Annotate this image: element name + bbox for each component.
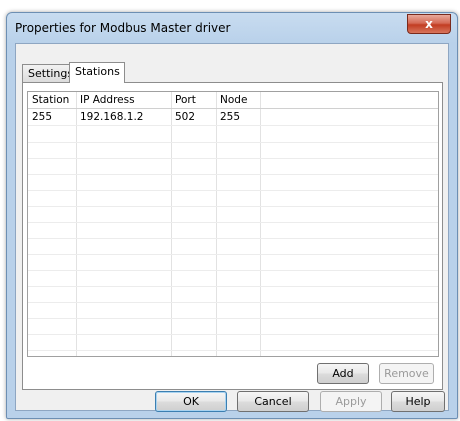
column-header-station[interactable]: Station: [28, 92, 69, 108]
help-button[interactable]: Help: [391, 391, 445, 412]
table-row-empty: [28, 238, 438, 255]
add-button[interactable]: Add: [317, 363, 369, 384]
table-row-empty: [28, 318, 438, 335]
cell-port: 502: [175, 111, 196, 123]
stations-tab-panel: Station IP Address Port Node 255 192.168…: [22, 82, 443, 390]
close-icon: x: [425, 17, 433, 31]
table-row-empty: [28, 190, 438, 207]
apply-button[interactable]: Apply: [320, 391, 382, 412]
title-bar[interactable]: Properties for Modbus Master driver x: [7, 13, 457, 43]
table-row-empty: [28, 206, 438, 223]
table-row-empty: [28, 334, 438, 351]
table-row-empty: [28, 142, 438, 159]
tab-stations[interactable]: Stations: [69, 62, 125, 83]
table-row-empty: [28, 270, 438, 287]
table-row-empty: [28, 222, 438, 239]
cell-ip-address: 192.168.1.2: [80, 111, 144, 123]
cell-station: 255: [32, 111, 53, 123]
table-row-empty: [28, 126, 438, 143]
table-row-empty: [28, 254, 438, 271]
column-header-ip-address[interactable]: IP Address: [76, 92, 135, 108]
dialog-client-area: Settings Stations Station IP Address Por…: [15, 43, 449, 412]
table-row-empty: [28, 286, 438, 303]
table-row-empty: [28, 302, 438, 319]
table-header: Station IP Address Port Node: [28, 92, 438, 109]
column-header-port[interactable]: Port: [171, 92, 196, 108]
window-title: Properties for Modbus Master driver: [15, 21, 231, 35]
remove-button[interactable]: Remove: [379, 363, 434, 384]
table-row-empty: [28, 158, 438, 175]
ok-button[interactable]: OK: [155, 391, 227, 412]
table-row[interactable]: 255 192.168.1.2 502 255: [28, 109, 438, 126]
stations-table[interactable]: Station IP Address Port Node 255 192.168…: [27, 91, 439, 357]
cell-node: 255: [220, 111, 241, 123]
dialog-window: Properties for Modbus Master driver x Se…: [6, 12, 458, 419]
tab-settings[interactable]: Settings: [22, 64, 76, 82]
column-header-node[interactable]: Node: [216, 92, 247, 108]
cancel-button[interactable]: Cancel: [237, 391, 309, 412]
close-button[interactable]: x: [407, 14, 451, 34]
table-row-empty: [28, 174, 438, 191]
